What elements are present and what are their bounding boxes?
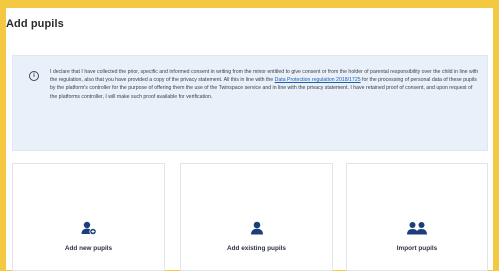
- add-existing-pupils-label: Add existing pupils: [227, 245, 286, 252]
- consent-notice-text: I declare that I have collected the prio…: [50, 68, 480, 101]
- users-group-icon: [407, 222, 427, 235]
- add-existing-pupils-card[interactable]: Add existing pupils: [180, 163, 333, 271]
- consent-notice: i I declare that I have collected the pr…: [12, 55, 488, 151]
- info-circle-icon: i: [29, 71, 39, 81]
- import-pupils-card[interactable]: Import pupils: [346, 163, 488, 271]
- import-pupils-label: Import pupils: [396, 245, 438, 252]
- page-title: Add pupils: [6, 18, 64, 30]
- add-new-pupils-label: Add new pupils: [64, 245, 113, 252]
- data-protection-regulation-link[interactable]: Data Protection regulation 2018/1725: [275, 77, 361, 83]
- add-new-pupils-card[interactable]: Add new pupils: [12, 163, 165, 271]
- add-user-icon: [81, 221, 97, 235]
- user-icon: [250, 221, 263, 235]
